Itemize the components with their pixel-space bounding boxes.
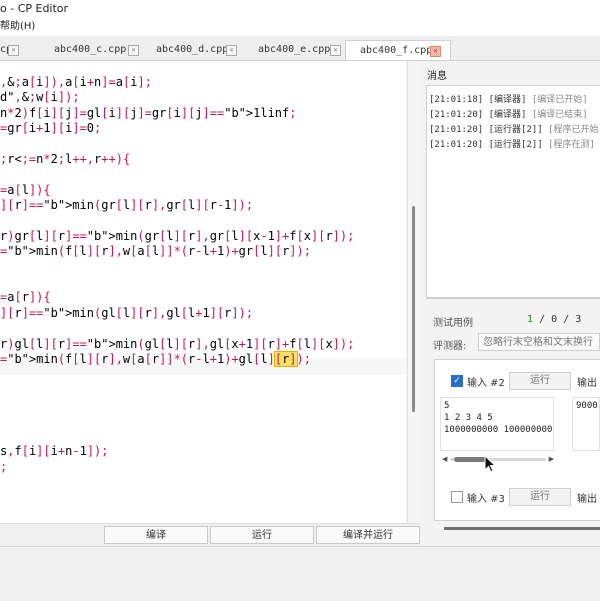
code-line: ;: [0, 459, 8, 474]
close-icon[interactable]: ×: [430, 46, 441, 57]
code-line: s,f[i][i+n-1]);: [0, 444, 109, 459]
compile-run-button[interactable]: 编译并运行: [316, 526, 420, 544]
testcase-2-run-button[interactable]: 运行: [509, 372, 571, 390]
code-line: n*2)f[i][j]=gl[i][j]=gr[i][j]=="b">1linf…: [0, 105, 297, 120]
code-line: r)gl[l][r]=="b">min(gl[l][r],gl[x+1][r]+…: [0, 336, 355, 351]
testcase-2-checkbox[interactable]: ✓: [451, 375, 463, 387]
window-title: o - CP Editor: [0, 2, 69, 15]
testcase-3-input-label: 输入 #3: [467, 494, 505, 505]
tab-label: abc400_d.cpp: [156, 44, 229, 55]
judge-select[interactable]: 忽略行末空格和文末换行: [478, 333, 600, 351]
close-icon[interactable]: ×: [226, 45, 237, 56]
code-line: ,&;a[i]),a[i+n]=a[i];: [0, 75, 152, 89]
run-button[interactable]: 运行: [210, 526, 314, 544]
close-icon[interactable]: ×: [8, 45, 19, 56]
code-line: =gr[i+1][i]=0;: [0, 121, 102, 136]
testcase-3-checkbox[interactable]: [451, 491, 463, 503]
message-line: [21:01:20] [运行器[2]] [程序在测]: [429, 140, 595, 150]
code-line: d",&;w[i]);: [0, 90, 80, 105]
menu-bar: 帮助(H): [0, 18, 600, 36]
tab-label: abc400_e.cpp: [258, 44, 331, 55]
code-line: r)gr[l][r]=="b">min(gr[l][r],gr[l][x-1]+…: [0, 228, 355, 243]
tab-abc400-e[interactable]: abc400_e.cpp ×: [244, 40, 348, 60]
testcases-label: 测试用例: [433, 318, 473, 329]
scroll-right-icon[interactable]: ▶: [549, 455, 554, 463]
message-line: [21:01:20] [编译器] [编译已结束]: [429, 110, 588, 120]
editor-scrollbar[interactable]: [407, 61, 418, 523]
close-icon[interactable]: ×: [128, 45, 139, 56]
tab-label: abc400_f.cpp: [360, 45, 433, 56]
messages-title: 消息: [427, 71, 447, 82]
testcase-3-run-button[interactable]: 运行: [509, 488, 571, 506]
tab-abc400-f[interactable]: abc400_f.cpp ×: [345, 40, 451, 60]
close-icon[interactable]: ×: [330, 45, 341, 56]
messages-log[interactable]: [21:01:18] [编译器] [编译已开始] [21:01:20] [编译器…: [426, 85, 600, 299]
code-editor[interactable]: ,&;a[i]),a[i+n]=a[i]; d",&;w[i]); n*2)f[i]…: [0, 61, 406, 523]
code-text: ,&;a[i]),a[i+n]=a[i]; d",&;w[i]); n*2)f[i]…: [0, 75, 354, 475]
message-line: [21:01:20] [运行器[2]] [程序已开始]: [429, 125, 600, 135]
code-line: ="b">min(f[l][r],w[a[l]]*(r-l+1)+gr[l][r…: [0, 244, 311, 259]
tab-abc400-d[interactable]: abc400_d.cpp ×: [142, 40, 246, 60]
code-line: ="b">min(f[l][r],w[a[r]]*(r-l+1)+gl[l][r…: [0, 351, 311, 368]
testcase-2-output-label: 输出: [577, 378, 597, 389]
tab-bar: cpp × abc400_c.cpp × abc400_d.cpp × abc4…: [0, 36, 600, 61]
testcases-count: 1 / 0 / 3: [527, 314, 582, 325]
testcase-3-output-label: 输出: [577, 494, 597, 505]
testcase-2-input[interactable]: 5 1 2 3 4 5 1000000000 1000000000: [440, 397, 554, 451]
testcase-2-input-label: 输入 #2: [467, 378, 505, 389]
scrollbar-thumb[interactable]: [412, 206, 415, 412]
message-line: [21:01:18] [编译器] [编译已开始]: [429, 95, 588, 105]
tab-label: abc400_c.cpp: [54, 44, 127, 55]
mouse-cursor-icon: [484, 455, 497, 473]
scroll-thumb[interactable]: [454, 457, 488, 462]
code-line: ;r<;=n*2;l++,r++){: [0, 151, 131, 166]
menu-help[interactable]: 帮助(H): [0, 18, 35, 36]
code-line: =a[l]){: [0, 182, 51, 197]
code-line: =a[r]){: [0, 290, 51, 305]
code-line: ][r]=="b">min(gl[l][r],gl[l+1][r]);: [0, 305, 254, 320]
judge-label: 评测器:: [433, 341, 467, 352]
status-bar: [0, 546, 600, 601]
scroll-left-icon[interactable]: ◀: [442, 455, 447, 463]
code-line: ][r]=="b">min(gr[l][r],gr[l][r-1]);: [0, 198, 254, 213]
title-bar: o - CP Editor: [0, 0, 600, 18]
run-toolbar: 编译 运行 编译并运行: [0, 523, 420, 546]
panel-divider[interactable]: [426, 297, 600, 298]
compile-button[interactable]: 编译: [104, 526, 208, 544]
testcase-2-output[interactable]: 9000: [572, 397, 600, 451]
right-panel: 消息 [21:01:18] [编译器] [编译已开始] [21:01:20] […: [420, 61, 600, 545]
panel-scrollbar[interactable]: [444, 527, 600, 530]
tab-abc400-c[interactable]: abc400_c.cpp ×: [40, 40, 146, 60]
